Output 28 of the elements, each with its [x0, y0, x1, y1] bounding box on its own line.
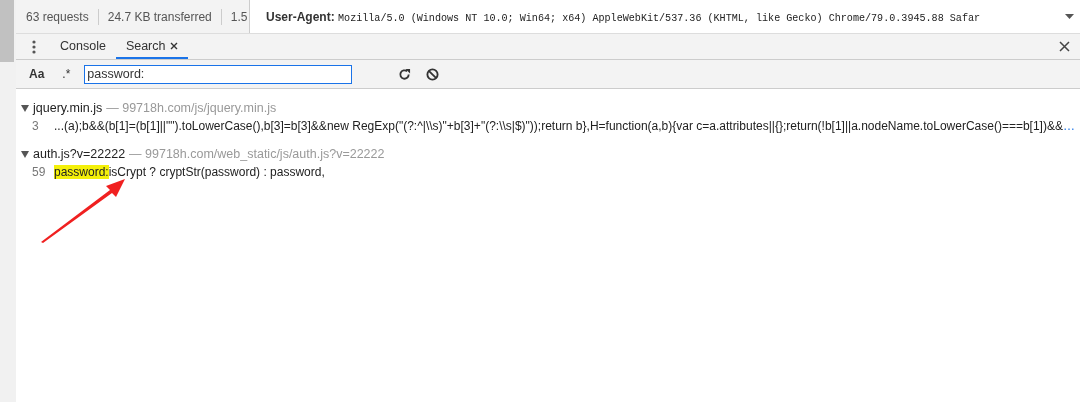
close-icon[interactable]: [1059, 41, 1070, 52]
summary-text: 1.5: [230, 9, 248, 24]
dropdown-caret-icon[interactable]: [1065, 14, 1074, 19]
search-field[interactable]: password:: [84, 64, 353, 84]
more-icon[interactable]: [32, 39, 36, 54]
match-text[interactable]: ...(a);b&&(b[1]=(b[1]||"").toLowerCase(),b[3]=b[3]&&new RegExp("(?:^|\\s)"+b[3]+"(?:\\s|$)"));return b},H=function(a,b){var c=a.attributes||{};return(!b[1]||a.nodeName.toLowerCase()===b[1])&&: [54, 119, 1063, 133]
line-number: 59: [32, 165, 47, 179]
more-link[interactable]: …: [1062, 119, 1075, 133]
regex-toggle[interactable]: .*: [58, 67, 75, 81]
refresh-icon[interactable]: [398, 67, 412, 81]
expanded-triangle-icon[interactable]: [21, 150, 29, 158]
clear-icon[interactable]: [426, 67, 440, 81]
file-name[interactable]: jquery.min.js: [33, 101, 103, 115]
header-value: Mozilla/5.0 (Windows NT 10.0; Win64; x64) AppleWebKit/537.36 (KHTML, like Gecko) Chrome/79.0.3945.88 Safar: [338, 12, 981, 24]
file-path: — 99718h.com/js/jquery.min.js: [106, 101, 277, 115]
header-name: User-Agent:: [266, 9, 335, 24]
match-highlight[interactable]: password:: [54, 165, 109, 179]
match-text[interactable]: isCrypt ? cryptStr(password) : password,: [108, 165, 325, 179]
close-icon[interactable]: [170, 41, 179, 50]
summary-text: 24.7 KB transferred: [107, 9, 212, 24]
summary-text: 63 requests: [26, 9, 89, 24]
line-number: 3: [32, 119, 40, 133]
expanded-triangle-icon[interactable]: [21, 104, 29, 112]
match-case-toggle[interactable]: Aa: [25, 67, 49, 81]
file-path: — 99718h.com/web_static/js/auth.js?v=22222: [129, 147, 385, 161]
drawer-tab[interactable]: Console: [50, 34, 116, 59]
scrollbar-thumb[interactable]: [0, 0, 14, 62]
file-name[interactable]: auth.js?v=22222: [33, 147, 126, 161]
